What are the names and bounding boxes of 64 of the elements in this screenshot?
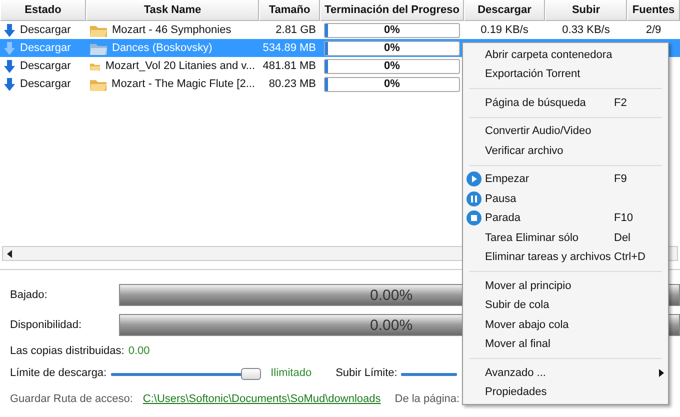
field-label: Las copias distribuidas: — [10, 345, 124, 357]
field-label: De la página: — [394, 393, 460, 405]
folder-icon — [90, 24, 107, 36]
down-arrow-icon — [4, 42, 15, 54]
menu-item[interactable]: Verificar archivo — [463, 141, 668, 160]
column-header[interactable]: Fuentes — [627, 0, 680, 21]
column-header[interactable]: Subir — [545, 0, 627, 21]
pause-icon — [466, 190, 482, 207]
table-cell: Descargar — [20, 42, 71, 54]
field-label: Subir Límite: — [336, 367, 398, 379]
field-value: Ilimitado — [270, 367, 312, 379]
column-header[interactable]: Estado — [0, 0, 86, 21]
column-header[interactable]: Terminación del Progreso — [320, 0, 464, 21]
field-label: Límite de descarga: — [10, 367, 107, 379]
menu-item[interactable]: Eliminar tareas y archivos Ctrl+D — [463, 248, 668, 267]
down-arrow-icon — [4, 78, 15, 90]
folder-icon — [90, 78, 107, 90]
table-cell: Descargar — [20, 24, 71, 36]
menu-item[interactable]: Mover al final — [463, 334, 668, 354]
column-header[interactable]: Tamaño — [259, 0, 320, 21]
down-arrow-icon — [4, 24, 15, 36]
table-row[interactable]: Descargar Mozart - The Magic Flute [2... 80.23 MB 0% — [0, 75, 462, 93]
folder-path-link[interactable]: C:\Users\Softonic\Documents\SoMud\downloads — [142, 393, 381, 405]
menu-item[interactable]: Empezar F9 — [463, 170, 668, 189]
menu-item[interactable]: Avanzado ... — [463, 363, 668, 382]
menu-item[interactable]: Tarea Eliminar sólo Del — [463, 228, 668, 248]
menu-item[interactable]: Página de búsqueda F2 — [463, 93, 668, 112]
submenu-arrow-icon — [659, 368, 664, 377]
table-cell: Mozart - 46 Symphonies — [112, 24, 232, 36]
menu-item[interactable]: Convertir Audio/Video — [463, 122, 668, 141]
play-icon — [466, 171, 482, 188]
table-row[interactable]: Descargar Mozart - 46 Symphonies 2.81 GB 0% 0.19 KB/s 0.33 KB/s 2/9 — [0, 21, 680, 39]
table-cell: 534.89 MB — [262, 42, 316, 54]
table-cell: Dances (Boskovsky) — [112, 42, 212, 54]
progress-bar: 0% — [324, 22, 460, 38]
progress-bar: 0% — [324, 58, 460, 74]
down-arrow-icon — [4, 60, 15, 72]
stop-icon — [466, 210, 482, 226]
table-cell: 2/9 — [646, 24, 662, 36]
field-label: Disponibilidad: — [10, 319, 83, 331]
table-cell: 80.23 MB — [268, 78, 316, 90]
menu-item[interactable]: Exportación Torrent — [463, 64, 668, 84]
table-cell: 0.33 KB/s — [562, 24, 610, 36]
table-cell: Mozart - The Magic Flute [2... — [112, 78, 255, 90]
left-arrow-icon[interactable] — [6, 250, 14, 258]
field-value: 0.00 — [128, 345, 150, 357]
field-label: Bajado: — [10, 289, 48, 301]
table-row[interactable]: Descargar Mozart_Vol 20 Litanies and v... 481.81 MB 0% — [0, 57, 462, 75]
menu-item[interactable]: Pausa — [463, 189, 668, 208]
progress-bar: 0% — [324, 40, 460, 56]
column-header[interactable]: Task Name — [86, 0, 259, 21]
menu-item[interactable]: Propiedades — [463, 382, 668, 402]
table-cell: Descargar — [20, 60, 71, 72]
table-cell: 0.19 KB/s — [480, 24, 528, 36]
progress-bar: 0% — [324, 76, 460, 92]
table-cell: 481.81 MB — [262, 60, 316, 72]
field-label: Guardar Ruta de acceso: — [10, 393, 133, 405]
folder-icon — [90, 42, 107, 54]
table-cell: 2.81 GB — [276, 24, 316, 36]
table-cell: Mozart_Vol 20 Litanies and v... — [105, 60, 255, 72]
table-cell: Descargar — [20, 78, 71, 90]
column-header[interactable]: Descargar — [464, 0, 545, 21]
menu-item[interactable]: Parada F10 — [463, 208, 668, 228]
menu-item[interactable]: Mover abajo cola — [463, 315, 668, 334]
